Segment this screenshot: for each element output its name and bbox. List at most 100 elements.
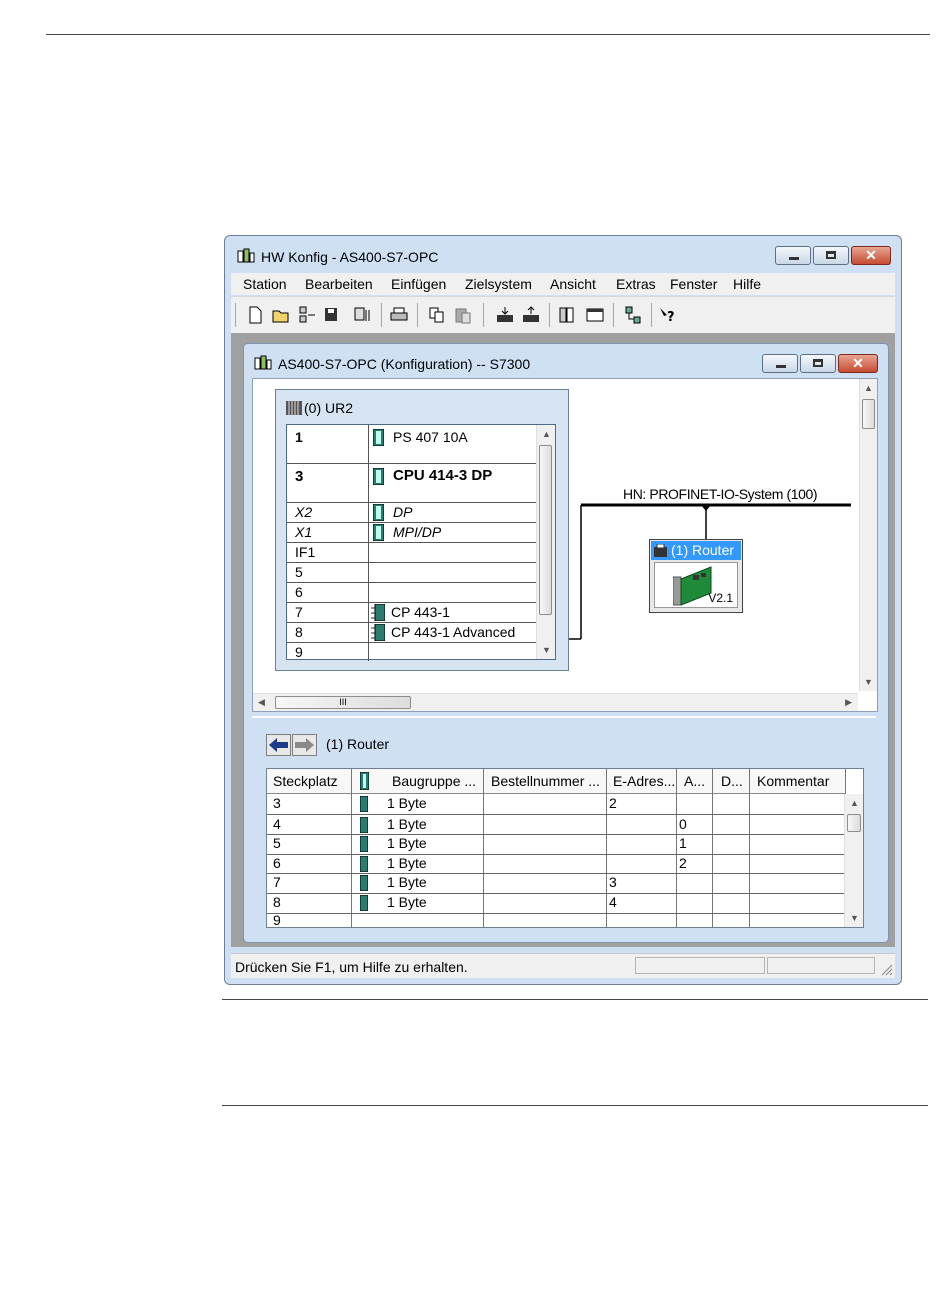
diagram-hscroll-thumb[interactable]: III (275, 696, 411, 709)
online-icon (299, 306, 315, 323)
copy-icon (429, 307, 444, 323)
catalog-button[interactable] (557, 305, 577, 325)
upload-icon (523, 306, 539, 322)
router-title: (1) Router (651, 541, 741, 560)
forward-button[interactable] (292, 734, 317, 756)
scroll-up-icon: ▲ (850, 798, 859, 808)
window-title: HW Konfig - AS400-S7-OPC (261, 249, 439, 265)
header-steckplatz[interactable]: Steckplatz (273, 773, 338, 789)
table-row[interactable]: 4 1 Byte 0 (267, 815, 845, 836)
close-button[interactable]: ✕ (851, 246, 891, 265)
open-icon (272, 310, 289, 323)
profinet-system-label[interactable]: HN: PROFINET-IO-System (100) (623, 486, 818, 502)
catalog-icon (559, 307, 574, 323)
maximize-icon (826, 251, 836, 259)
help-button[interactable]: ? (657, 305, 677, 325)
toolbar: ? (231, 296, 895, 333)
module-icon (360, 796, 368, 812)
configuration-window: AS400-S7-OPC (Konfiguration) -- S7300 ✕ … (243, 343, 889, 943)
download-button[interactable] (495, 305, 515, 325)
child-close-button[interactable]: ✕ (838, 354, 878, 373)
status-bar: Drücken Sie F1, um Hilfe zu erhalten. (231, 953, 895, 978)
network-button[interactable] (623, 305, 643, 325)
header-e-adresse[interactable]: E-Adres... (613, 773, 675, 789)
table-vertical-scrollbar[interactable]: ▲ ▼ (844, 794, 863, 927)
menu-ansicht[interactable]: Ansicht (550, 276, 596, 292)
header-d[interactable]: D... (721, 773, 743, 789)
title-bar[interactable]: HW Konfig - AS400-S7-OPC ✕ (225, 236, 901, 272)
diagram-horizontal-scrollbar[interactable]: ◀ III ▶ (253, 693, 858, 711)
detail-pane: (1) Router Steckplatz Baugruppe ... Best… (252, 716, 876, 940)
cell-slot: 3 (273, 795, 281, 811)
configuration-title: AS400-S7-OPC (Konfiguration) -- S7300 (278, 356, 531, 372)
cell-e-address: 2 (609, 795, 617, 811)
header-baugruppe[interactable]: Baugruppe ... (392, 773, 476, 789)
table-row[interactable]: 8 1 Byte 4 (267, 893, 845, 914)
compile-button[interactable] (353, 305, 373, 325)
menu-einfuegen[interactable]: Einfügen (391, 276, 446, 292)
table-row[interactable]: 5 1 Byte 1 (267, 834, 845, 855)
table-row[interactable]: 6 1 Byte 2 (267, 854, 845, 875)
menu-zielsystem[interactable]: Zielsystem (465, 276, 532, 292)
selected-device-label: (1) Router (326, 736, 390, 752)
download-icon (497, 307, 513, 322)
cell-slot: 8 (273, 894, 281, 910)
cell-e-address: 3 (609, 874, 617, 891)
table-scroll-thumb[interactable] (847, 814, 861, 832)
diagram-vertical-scrollbar[interactable]: ▲ ▼ (859, 379, 877, 691)
scroll-left-icon: ◀ (258, 697, 265, 707)
slot-table[interactable]: Steckplatz Baugruppe ... Bestellnummer .… (266, 768, 864, 928)
header-kommentar[interactable]: Kommentar (757, 773, 829, 789)
window-button[interactable] (585, 305, 605, 325)
router-device[interactable]: (1) Router V2.1 (649, 539, 743, 613)
router-name: (1) Router (671, 542, 735, 558)
child-minimize-button[interactable] (762, 354, 798, 373)
svg-text:?: ? (667, 310, 675, 325)
new-button[interactable] (245, 305, 265, 325)
upload-button[interactable] (521, 305, 541, 325)
hw-config-window: HW Konfig - AS400-S7-OPC ✕ Station Bearb… (224, 235, 902, 985)
arrow-right-icon (295, 738, 314, 752)
open-button[interactable] (271, 305, 291, 325)
table-row[interactable]: 9 (267, 912, 845, 928)
minimize-icon (776, 365, 786, 368)
child-maximize-button[interactable] (800, 354, 836, 373)
resize-grip-icon[interactable] (879, 962, 893, 976)
module-icon (360, 816, 368, 833)
page-top-rule (46, 34, 930, 35)
print-icon (390, 307, 408, 321)
compile-icon (354, 307, 370, 321)
cell-module: 1 Byte (387, 835, 427, 852)
minimize-button[interactable] (775, 246, 811, 265)
scroll-right-icon: ▶ (845, 697, 852, 707)
header-bestellnummer[interactable]: Bestellnummer ... (491, 773, 600, 789)
close-icon: ✕ (865, 247, 877, 263)
copy-button[interactable] (427, 305, 447, 325)
cell-a-address: 0 (679, 815, 687, 832)
table-row[interactable]: 3 1 Byte 2 (267, 794, 845, 815)
help-icon: ? (660, 308, 675, 325)
toolbar-grip (235, 303, 236, 327)
menu-extras[interactable]: Extras (616, 276, 656, 292)
status-text: Drücken Sie F1, um Hilfe zu erhalten. (235, 959, 468, 975)
module-icon (360, 875, 368, 892)
scroll-down-icon: ▼ (864, 677, 873, 687)
menu-bearbeiten[interactable]: Bearbeiten (305, 276, 373, 292)
paste-button[interactable] (453, 305, 473, 325)
caption-rule-top (222, 999, 928, 1000)
table-row[interactable]: 7 1 Byte 3 (267, 873, 845, 894)
diagram-vscroll-thumb[interactable] (862, 399, 875, 429)
menu-fenster[interactable]: Fenster (670, 276, 717, 292)
station-diagram[interactable]: (0) UR2 1 PS 407 10A 3 CPU 414-3 DP X2 D… (252, 378, 878, 712)
print-button[interactable] (389, 305, 409, 325)
header-a-adresse[interactable]: A... (684, 773, 705, 789)
save-button[interactable] (321, 305, 341, 325)
table-header: Steckplatz Baugruppe ... Bestellnummer .… (267, 769, 845, 794)
back-button[interactable] (266, 734, 291, 756)
device-icon (654, 544, 667, 557)
save-icon (325, 308, 337, 321)
menu-station[interactable]: Station (243, 276, 287, 292)
maximize-button[interactable] (813, 246, 849, 265)
menu-hilfe[interactable]: Hilfe (733, 276, 761, 292)
online-button[interactable] (297, 305, 317, 325)
